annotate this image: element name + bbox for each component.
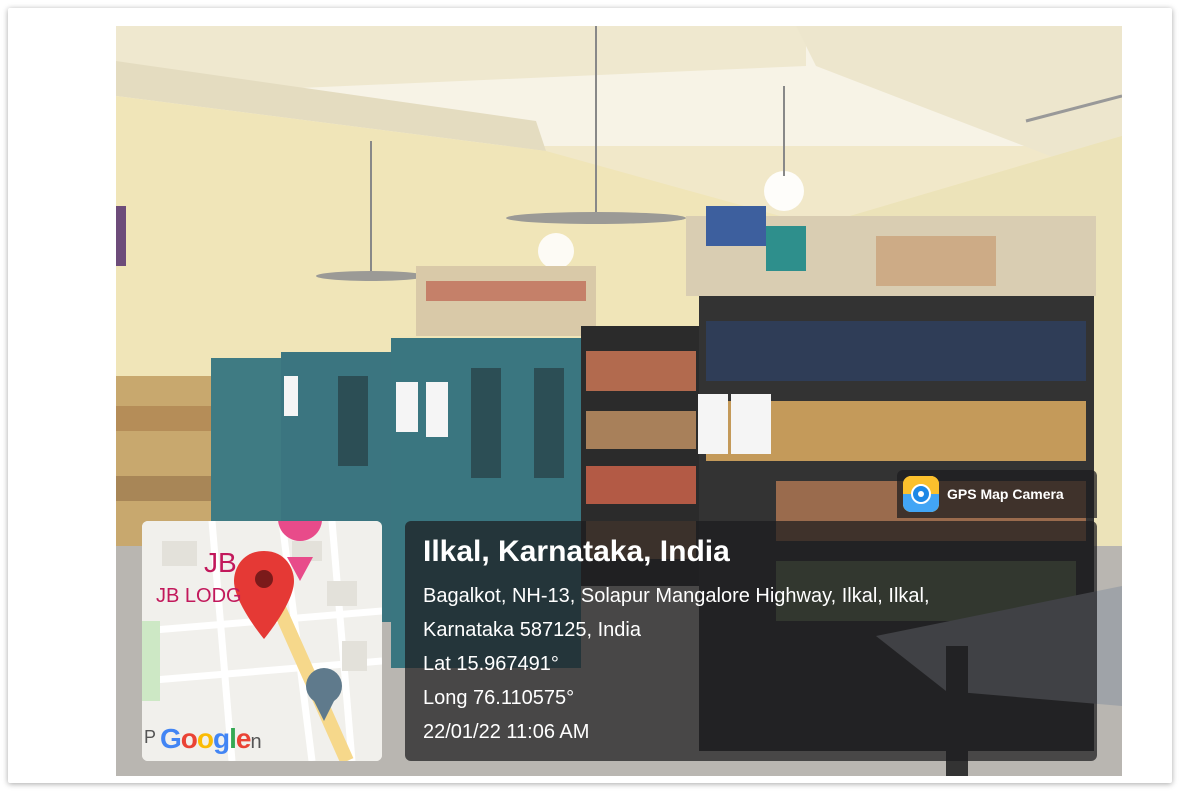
- google-letter: l: [229, 723, 237, 754]
- gps-map-camera-badge: GPS Map Camera: [897, 470, 1097, 518]
- map-label-jb: JB: [204, 547, 237, 578]
- address-line-2: Karnataka 587125, India: [423, 619, 641, 641]
- location-title: Ilkal, Karnataka, India: [423, 535, 730, 568]
- map-label-lodge: JB LODG: [156, 585, 242, 607]
- latitude: Lat 15.967491°: [423, 653, 559, 675]
- google-letter: e: [235, 723, 252, 754]
- google-logo: Googlen: [160, 723, 262, 755]
- location-info-panel: Ilkal, Karnataka, India Bagalkot, NH-13,…: [405, 521, 1097, 761]
- map-label-station-tail: n: [250, 731, 261, 753]
- longitude: Long 76.110575°: [423, 687, 575, 709]
- mini-map: JB JB LODG P Googlen: [142, 521, 382, 761]
- google-letter: o: [180, 723, 198, 754]
- address-line-1: Bagalkot, NH-13, Solapur Mangalore Highw…: [423, 585, 930, 607]
- datetime: 22/01/22 11:06 AM: [423, 721, 590, 743]
- gps-map-camera-icon: [903, 476, 939, 512]
- google-letter: g: [213, 723, 230, 754]
- gps-map-camera-label: GPS Map Camera: [947, 486, 1064, 502]
- map-label-station: P: [144, 727, 157, 747]
- google-letter: o: [196, 723, 214, 754]
- google-letter: G: [160, 723, 182, 754]
